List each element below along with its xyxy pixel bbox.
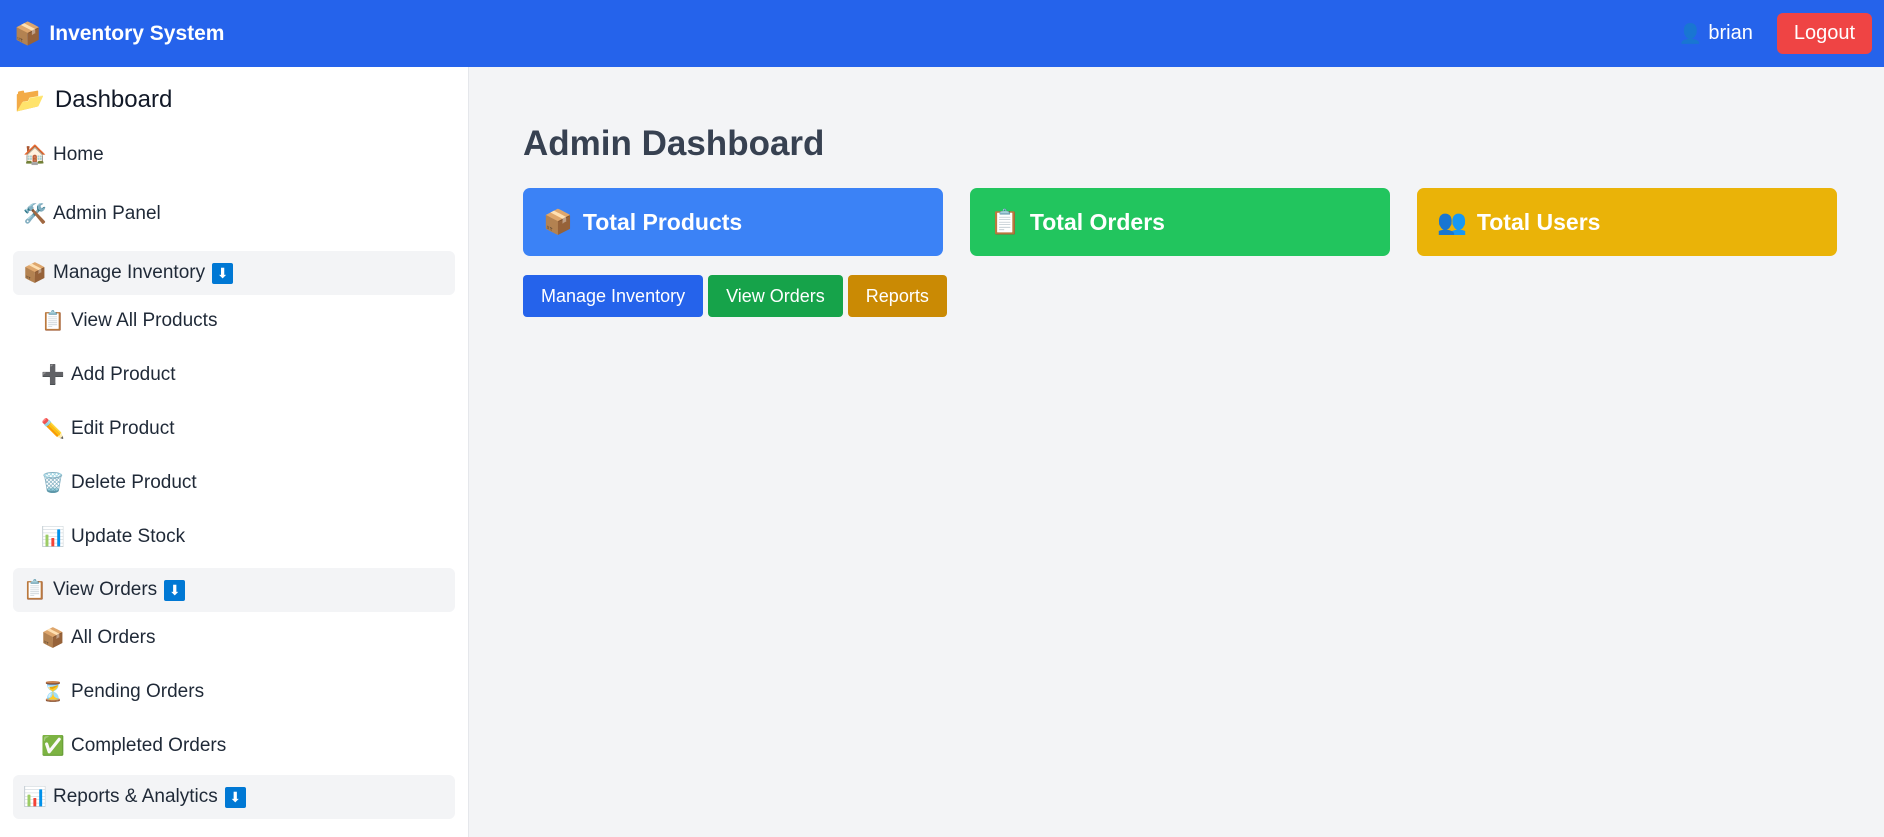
sidebar: 📂 Dashboard 🏠 Home 🛠️ Admin Panel 📦 Mana… xyxy=(0,67,469,837)
clipboard-icon: 📋 xyxy=(990,208,1020,236)
card-label: Total Users xyxy=(1476,208,1601,235)
sidebar-item-label: Delete Product xyxy=(71,471,197,493)
sidebar-item-completed-orders[interactable]: ✅ Completed Orders xyxy=(13,726,455,765)
sidebar-title-label: Dashboard xyxy=(54,86,173,113)
down-arrow-icon[interactable]: ⬇ xyxy=(212,262,234,284)
brand-title: Inventory System xyxy=(49,21,225,45)
sidebar-item-label: View All Products xyxy=(71,309,218,331)
reports-button[interactable]: Reports xyxy=(847,275,947,317)
sidebar-item-view-all-products[interactable]: 📋 View All Products xyxy=(13,301,455,340)
down-arrow-icon[interactable]: ⬇ xyxy=(224,786,246,808)
tools-icon: 🛠️ xyxy=(23,204,47,225)
plus-icon: ➕ xyxy=(41,364,65,386)
total-users-card[interactable]: 👥 Total Users xyxy=(1417,188,1837,256)
bar-chart-icon: 📊 xyxy=(41,526,65,548)
clipboard-icon: 📋 xyxy=(23,580,47,601)
sidebar-item-label: Reports & Analytics xyxy=(53,786,218,807)
username: brian xyxy=(1708,22,1753,44)
package-icon: 📦 xyxy=(14,20,42,46)
house-icon: 🏠 xyxy=(23,145,47,166)
user-info: 👤 brian xyxy=(1679,22,1753,46)
sidebar-item-all-orders[interactable]: 📦 All Orders xyxy=(13,618,455,657)
sidebar-group-reports-analytics[interactable]: 📊 Reports & Analytics ⬇ xyxy=(13,775,455,819)
sidebar-title: 📂 Dashboard xyxy=(13,67,455,133)
sidebar-item-delete-product[interactable]: 🗑️ Delete Product xyxy=(13,463,455,502)
folder-icon: 📂 xyxy=(15,86,45,114)
sidebar-group-view-orders[interactable]: 📋 View Orders ⬇ xyxy=(13,568,455,612)
view-orders-button[interactable]: View Orders xyxy=(708,275,843,317)
user-icon: 👤 xyxy=(1678,23,1703,45)
bar-chart-icon: 📊 xyxy=(23,787,47,808)
logout-button[interactable]: Logout xyxy=(1776,13,1872,54)
hourglass-icon: ⏳ xyxy=(41,681,65,703)
sidebar-item-add-product[interactable]: ➕ Add Product xyxy=(13,355,455,394)
action-buttons: Manage Inventory View Orders Reports xyxy=(523,275,952,317)
checkmark-icon: ✅ xyxy=(41,735,65,757)
package-icon: 📦 xyxy=(41,627,65,649)
sidebar-item-admin-panel[interactable]: 🛠️ Admin Panel xyxy=(13,192,455,236)
users-icon: 👥 xyxy=(1437,208,1467,236)
sidebar-item-edit-product[interactable]: ✏️ Edit Product xyxy=(13,409,455,448)
stats-cards: 📦 Total Products 📋 Total Orders 👥 Total … xyxy=(523,188,1864,256)
package-icon: 📦 xyxy=(23,263,47,284)
sidebar-item-label: View Orders xyxy=(53,579,158,600)
sidebar-group-manage-inventory[interactable]: 📦 Manage Inventory ⬇ xyxy=(13,251,455,295)
sidebar-item-label: Completed Orders xyxy=(71,734,227,756)
sidebar-item-update-stock[interactable]: 📊 Update Stock xyxy=(13,517,455,556)
manage-inventory-button[interactable]: Manage Inventory xyxy=(523,275,704,317)
sidebar-item-label: Update Stock xyxy=(71,525,186,547)
trash-icon: 🗑️ xyxy=(41,472,65,494)
sidebar-item-label: Pending Orders xyxy=(71,680,205,702)
total-orders-card[interactable]: 📋 Total Orders xyxy=(970,188,1390,256)
sidebar-item-label: Add Product xyxy=(71,363,176,385)
card-label: Total Products xyxy=(582,208,743,235)
user-area: 👤 brian Logout xyxy=(1679,13,1872,54)
sidebar-item-label: Edit Product xyxy=(71,417,175,439)
package-icon: 📦 xyxy=(543,208,573,236)
pencil-icon: ✏️ xyxy=(41,418,65,440)
sidebar-item-label: All Orders xyxy=(71,626,156,648)
page-title: Admin Dashboard xyxy=(523,124,825,163)
sidebar-item-home[interactable]: 🏠 Home xyxy=(13,133,455,177)
sidebar-item-label: Manage Inventory xyxy=(53,262,206,283)
card-label: Total Orders xyxy=(1029,208,1165,235)
top-navbar: 📦 Inventory System 👤 brian Logout xyxy=(0,0,1884,67)
sidebar-item-label: Admin Panel xyxy=(53,203,161,224)
clipboard-icon: 📋 xyxy=(41,310,65,332)
sidebar-item-label: Home xyxy=(53,144,104,165)
down-arrow-icon[interactable]: ⬇ xyxy=(164,579,186,601)
sidebar-item-pending-orders[interactable]: ⏳ Pending Orders xyxy=(13,672,455,711)
total-products-card[interactable]: 📦 Total Products xyxy=(523,188,943,256)
brand[interactable]: 📦 Inventory System xyxy=(14,21,224,47)
main-content: Admin Dashboard 📦 Total Products 📋 Total… xyxy=(470,67,1884,837)
